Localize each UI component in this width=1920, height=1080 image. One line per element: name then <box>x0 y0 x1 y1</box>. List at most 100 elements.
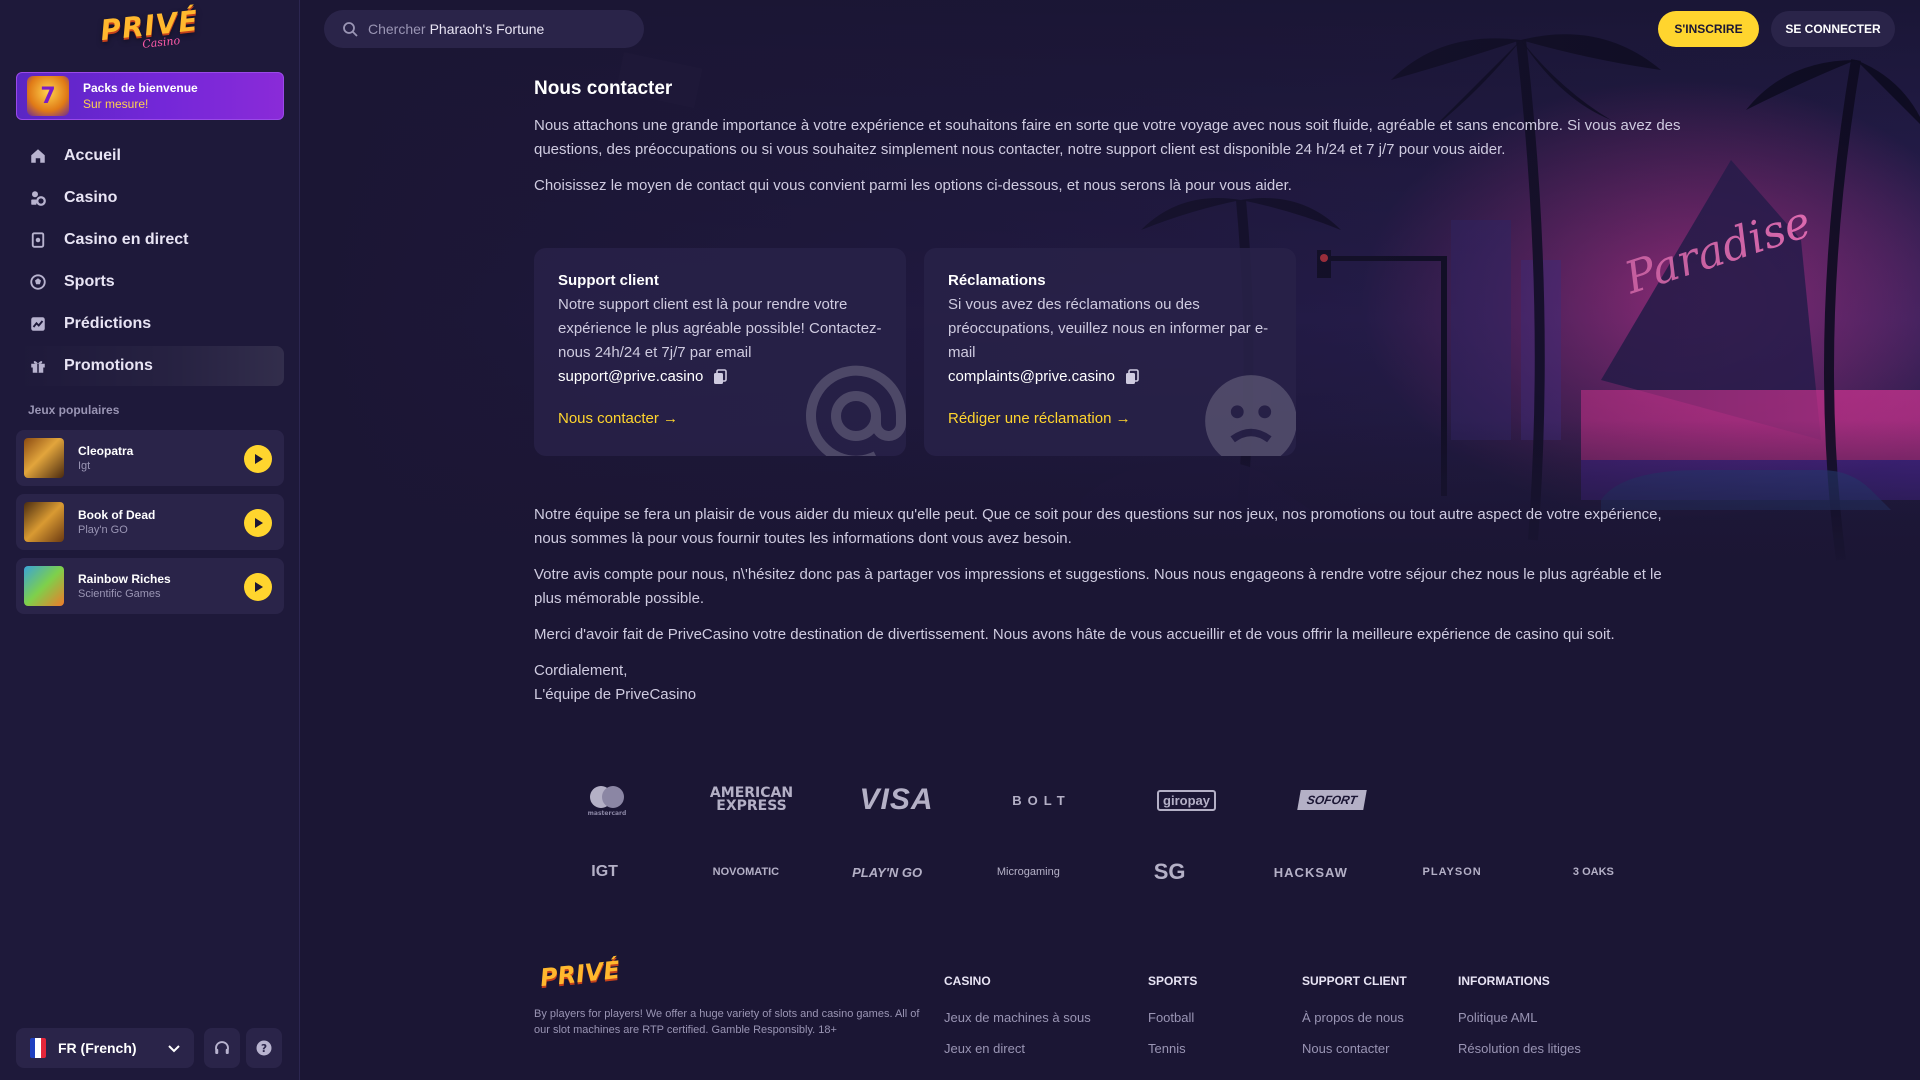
headset-icon <box>215 1041 229 1054</box>
support-card: Support client Notre support client est … <box>534 248 906 456</box>
card-title: Support client <box>558 272 659 289</box>
game-item-rainbow-riches[interactable]: Rainbow Riches Scientific Games <box>16 558 284 614</box>
language-label: FR (French) <box>58 1040 137 1056</box>
footer-col-informations: INFORMATIONS Politique AML Résolution de… <box>1458 974 1581 1072</box>
footer-brand-logo[interactable]: PRIVÉ <box>539 956 621 992</box>
game-thumbnail <box>24 438 64 478</box>
write-complaint-link[interactable]: Rédiger une réclamation → <box>948 410 1131 427</box>
footer-heading: SUPPORT CLIENT <box>1302 974 1407 988</box>
at-sign-icon <box>806 365 906 456</box>
card-description: Notre support client est là pour rendre … <box>558 296 882 361</box>
playson-logo: PLAYSON <box>1422 866 1482 878</box>
visa-logo: VISA <box>859 783 934 816</box>
copy-icon[interactable] <box>713 369 728 385</box>
contact-body: Notre équipe se fera un plaisir de vous … <box>534 503 1684 719</box>
chevron-down-icon <box>166 1040 182 1059</box>
sports-icon <box>28 272 48 292</box>
game-thumbnail <box>24 566 64 606</box>
footer-link[interactable]: Résolution des litiges <box>1458 1041 1581 1056</box>
sidebar-item-label: Casino en direct <box>64 231 189 248</box>
game-provider: Igt <box>78 460 91 472</box>
footer-col-casino: CASINO Jeux de machines à sous Jeux en d… <box>944 974 1091 1072</box>
intro-paragraph: Choisissez le moyen de contact qui vous … <box>534 177 1292 194</box>
play-button[interactable] <box>244 509 272 537</box>
search-placeholder-prefix: Chercher <box>368 21 426 37</box>
copy-icon[interactable] <box>1125 369 1139 385</box>
welcome-title: Packs de bienvenue <box>83 81 198 95</box>
play-icon <box>255 454 263 464</box>
language-selector[interactable]: FR (French) <box>16 1028 194 1068</box>
provider-logos-row: IGT NOVOMATIC PLAY'N GO Microgaming SG H… <box>534 854 1664 890</box>
sidebar-item-sports[interactable]: Sports <box>16 262 284 302</box>
signoff: Cordialement, <box>534 662 628 679</box>
game-provider: Play'n GO <box>78 524 128 536</box>
game-thumbnail <box>24 502 64 542</box>
footer-col-sports: SPORTS Football Tennis <box>1148 974 1197 1072</box>
svg-text:?: ? <box>261 1043 267 1055</box>
sidebar-item-promotions[interactable]: Promotions <box>16 346 284 386</box>
american-express-logo: AMERICAN EXPRESS <box>709 785 794 814</box>
footer-link[interactable]: À propos de nous <box>1302 1010 1407 1025</box>
microgaming-logo: Microgaming <box>996 866 1060 878</box>
game-item-cleopatra[interactable]: Cleopatra Igt <box>16 430 284 486</box>
popular-games-list: Cleopatra Igt Book of Dead Play'n GO Rai… <box>16 430 284 622</box>
play-button[interactable] <box>244 573 272 601</box>
play-button[interactable] <box>244 445 272 473</box>
footer-link[interactable]: Jeux de machines à sous <box>944 1010 1091 1025</box>
payment-logos-row: mastercard AMERICAN EXPRESS VISA BOLT gi… <box>534 782 1664 818</box>
footer-heading: INFORMATIONS <box>1458 974 1550 988</box>
complaints-card: Réclamations Si vous avez des réclamatio… <box>924 248 1296 456</box>
footer-link[interactable]: Jeux en direct <box>944 1041 1091 1056</box>
sidebar-nav: Accueil Casino Casino en direct Sports P… <box>16 136 284 388</box>
footer-heading: CASINO <box>944 974 991 988</box>
card-title: Réclamations <box>948 272 1046 289</box>
hacksaw-logo: HACKSAW <box>1273 864 1348 880</box>
live-casino-icon <box>28 230 48 250</box>
novomatic-logo: NOVOMATIC <box>712 866 780 878</box>
sidebar-item-label: Prédictions <box>64 315 152 332</box>
sidebar: PRIVÉ Casino 7 Packs de bienvenue Sur me… <box>0 0 300 1080</box>
footer-description: By players for players! We offer a huge … <box>534 1008 920 1036</box>
help-icon: ? <box>256 1040 272 1056</box>
search-input[interactable]: Chercher Pharaoh's Fortune <box>324 10 644 48</box>
3oaks-logo: 3 OAKS <box>1572 866 1614 878</box>
footer-link[interactable]: Football <box>1148 1010 1197 1025</box>
login-button[interactable]: SE CONNECTER <box>1771 11 1895 47</box>
game-provider: Scientific Games <box>78 588 161 600</box>
game-item-book-of-dead[interactable]: Book of Dead Play'n GO <box>16 494 284 550</box>
sidebar-item-label: Casino <box>64 189 118 206</box>
playngo-logo: PLAY'N GO <box>852 864 923 880</box>
predictions-icon <box>28 314 48 334</box>
contact-us-link[interactable]: Nous contacter → <box>558 410 678 427</box>
sidebar-item-casino-en-direct[interactable]: Casino en direct <box>16 220 284 260</box>
footer-link[interactable]: Politique AML <box>1458 1010 1581 1025</box>
sad-face-icon <box>1205 375 1296 456</box>
sidebar-item-label: Sports <box>64 273 115 290</box>
welcome-packs-banner[interactable]: 7 Packs de bienvenue Sur mesure! <box>16 72 284 120</box>
sidebar-item-casino[interactable]: Casino <box>16 178 284 218</box>
popular-games-title: Jeux populaires <box>28 403 120 417</box>
sidebar-item-label: Promotions <box>64 357 153 374</box>
body-paragraph: Merci d'avoir fait de PriveCasino votre … <box>534 626 1615 643</box>
footer-col-support: SUPPORT CLIENT À propos de nous Nous con… <box>1302 974 1407 1072</box>
contact-intro: Nous contacter Nous attachons une grande… <box>534 78 1684 210</box>
search-placeholder-query: Pharaoh's Fortune <box>429 21 545 37</box>
gift-icon <box>28 356 48 376</box>
giropay-logo: giropay <box>1114 789 1259 811</box>
scientific-games-logo: SG <box>1153 859 1186 884</box>
brand-logo[interactable]: PRIVÉ Casino <box>99 4 200 57</box>
footer-link[interactable]: Nous contacter <box>1302 1041 1407 1056</box>
intro-paragraph: Nous attachons une grande importance à v… <box>534 117 1681 158</box>
sidebar-item-predictions[interactable]: Prédictions <box>16 304 284 344</box>
email-text: complaints@prive.casino <box>948 368 1115 385</box>
support-button[interactable] <box>204 1028 240 1068</box>
casino-icon <box>28 188 48 208</box>
signup-button[interactable]: S'INSCRIRE <box>1658 11 1759 47</box>
slot-777-icon: 7 <box>27 76 69 116</box>
footer-link[interactable]: Tennis <box>1148 1041 1197 1056</box>
play-icon <box>255 518 263 528</box>
sidebar-item-accueil[interactable]: Accueil <box>16 136 284 176</box>
body-paragraph: Votre avis compte pour nous, n\'hésitez … <box>534 566 1662 607</box>
contact-cards: Support client Notre support client est … <box>534 248 1296 456</box>
help-button[interactable]: ? <box>246 1028 282 1068</box>
